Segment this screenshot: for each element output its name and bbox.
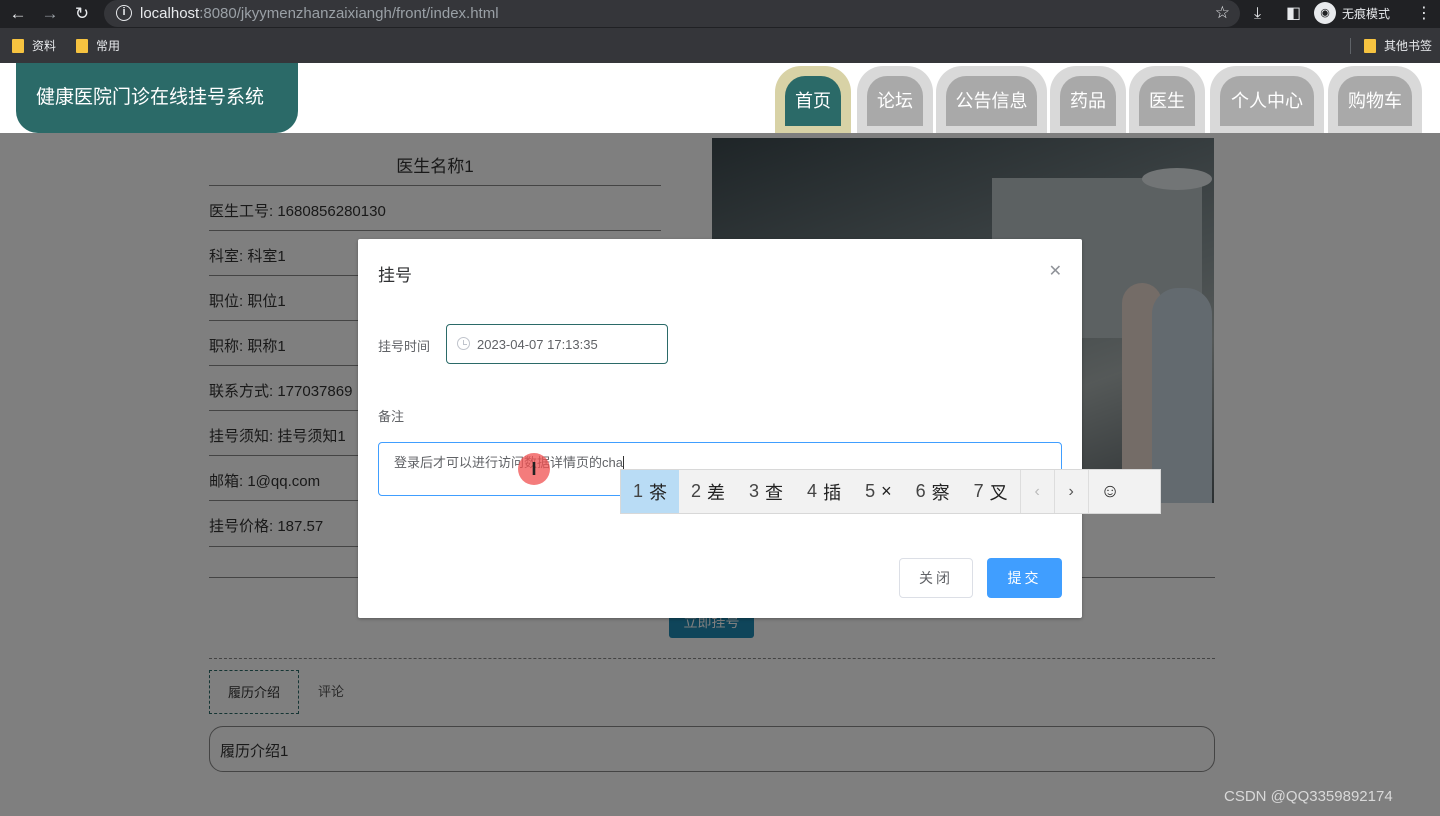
close-button[interactable]: 关闭 xyxy=(899,558,973,598)
ime-candidate[interactable]: 2差 xyxy=(679,470,737,513)
ime-candidate[interactable]: 1茶 xyxy=(621,470,680,513)
bookmarks-bar: 资料 常用 其他书签 xyxy=(0,28,1440,63)
ime-candidate[interactable]: 7叉 xyxy=(962,470,1020,513)
menu-kebab-icon[interactable]: ⋮ xyxy=(1416,4,1432,24)
folder-icon xyxy=(12,38,24,53)
address-url[interactable]: localhost:8080/jkyymenzhanzaixiangh/fron… xyxy=(140,5,499,22)
remark-text: 登录后才可以进行访问数据详情页的cha xyxy=(394,455,623,470)
dialog-title: 挂号 xyxy=(378,266,412,285)
watermark: CSDN @QQ3359892174 xyxy=(1224,788,1393,805)
other-bookmarks[interactable]: 其他书签 xyxy=(1364,37,1432,54)
ime-candidate[interactable]: 6察 xyxy=(904,470,962,513)
ime-candidate[interactable]: 3查 xyxy=(737,470,795,513)
forward-icon[interactable]: → xyxy=(40,4,60,24)
site-logo-title[interactable]: 健康医院门诊在线挂号系统 xyxy=(16,63,298,133)
booking-time-value: 2023-04-07 17:13:35 xyxy=(477,337,598,352)
ime-prev-page-icon[interactable]: ‹ xyxy=(1019,470,1054,513)
nav-doctor[interactable]: 医生 xyxy=(1129,66,1205,133)
bookmark-separator xyxy=(1350,38,1351,54)
back-icon[interactable]: ← xyxy=(8,4,28,24)
bookmark-star-icon[interactable]: ☆ xyxy=(1215,3,1230,23)
emoji-icon[interactable]: ☺ xyxy=(1087,470,1132,513)
bookmark-folder-changyong[interactable]: 常用 xyxy=(76,37,120,54)
ime-candidate[interactable]: 5 × xyxy=(853,470,904,513)
bookmark-folder-ziliao[interactable]: 资料 xyxy=(12,37,56,54)
nav-forum[interactable]: 论坛 xyxy=(857,66,933,133)
site-header: 健康医院门诊在线挂号系统 首页 论坛 公告信息 药品 医生 个人中心 购物车 xyxy=(0,63,1440,133)
ime-next-page-icon[interactable]: › xyxy=(1053,470,1088,513)
incognito-icon: ◉ xyxy=(1314,2,1336,24)
close-icon[interactable]: ✕ xyxy=(1049,261,1062,281)
incognito-indicator[interactable]: ◉ 无痕模式 xyxy=(1314,2,1390,24)
nav-personal-center[interactable]: 个人中心 xyxy=(1210,66,1324,133)
booking-dialog: 挂号 ✕ 挂号时间 2023-04-07 17:13:35 备注 登录后才可以进… xyxy=(358,239,1082,618)
folder-icon xyxy=(1364,38,1376,53)
nav-announcements[interactable]: 公告信息 xyxy=(936,66,1047,133)
text-cursor-icon: I xyxy=(518,453,550,485)
submit-button[interactable]: 提交 xyxy=(987,558,1062,598)
address-bar[interactable]: i localhost:8080/jkyymenzhanzaixiangh/fr… xyxy=(104,0,1240,27)
folder-icon xyxy=(76,38,88,53)
site-info-icon[interactable]: i xyxy=(116,5,132,21)
download-icon[interactable]: ⤓ xyxy=(1254,4,1261,24)
side-panel-icon[interactable]: ◧ xyxy=(1286,4,1301,24)
nav-medicine[interactable]: 药品 xyxy=(1050,66,1126,133)
nav-home[interactable]: 首页 xyxy=(775,66,851,133)
nav-cart[interactable]: 购物车 xyxy=(1328,66,1422,133)
browser-toolbar: ← → ↻ i localhost:8080/jkyymenzhanzaixia… xyxy=(0,0,1440,28)
ime-candidate-bar: 1茶 2差 3查 4插 5 × 6察 7叉 ‹ › ☺ xyxy=(620,469,1161,514)
remark-label: 备注 xyxy=(378,409,405,424)
time-label: 挂号时间 xyxy=(378,339,431,354)
ime-candidate[interactable]: 4插 xyxy=(795,470,853,513)
clock-icon xyxy=(457,337,470,350)
booking-time-input[interactable]: 2023-04-07 17:13:35 xyxy=(446,324,668,364)
reload-icon[interactable]: ↻ xyxy=(72,4,92,24)
